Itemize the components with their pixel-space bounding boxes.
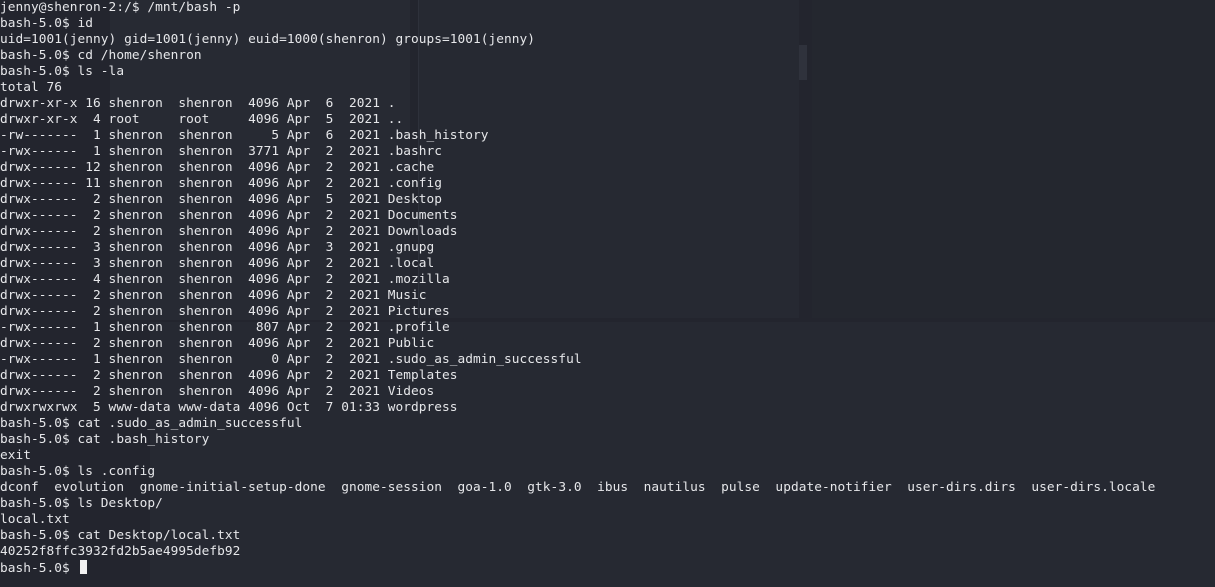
terminal-cursor [79, 560, 87, 574]
terminal-line: uid=1001(jenny) gid=1001(jenny) euid=100… [0, 32, 535, 48]
terminal-line-text: drwx------ 2 shenron shenron 4096 Apr 2 … [0, 336, 435, 351]
terminal-line: drwx------ 2 shenron shenron 4096 Apr 2 … [0, 208, 458, 224]
terminal-line-text: drwx------ 2 shenron shenron 4096 Apr 2 … [0, 384, 435, 399]
terminal-line-text: drwx------ 2 shenron shenron 4096 Apr 5 … [0, 192, 442, 207]
terminal-line-text: drwx------ 3 shenron shenron 4096 Apr 3 … [0, 240, 435, 255]
terminal-line-text: drwx------ 3 shenron shenron 4096 Apr 2 … [0, 256, 435, 271]
terminal-line: drwx------ 2 shenron shenron 4096 Apr 5 … [0, 192, 442, 208]
terminal-line: bash-5.0$ cd /home/shenron [0, 48, 202, 64]
terminal-line-text: bash-5.0$ cat Desktop/local.txt [0, 528, 241, 543]
terminal-line-text: bash-5.0$ ls Desktop/ [0, 496, 163, 511]
terminal-line-text: bash-5.0$ ls .config [0, 464, 156, 479]
terminal-line: drwx------ 2 shenron shenron 4096 Apr 2 … [0, 384, 434, 400]
terminal-line-text: drwxrwxrwx 5 www-data www-data 4096 Oct … [0, 400, 458, 415]
terminal-line-text: bash-5.0$ cat .sudo_as_admin_successful [0, 416, 303, 431]
terminal-line: drwx------ 2 shenron shenron 4096 Apr 2 … [0, 288, 427, 304]
terminal-line: -rwx------ 1 shenron shenron 3771 Apr 2 … [0, 144, 442, 160]
terminal-line: drwx------ 2 shenron shenron 4096 Apr 2 … [0, 224, 458, 240]
terminal-line-text: -rwx------ 1 shenron shenron 0 Apr 2 202… [0, 352, 582, 367]
terminal-line: -rwx------ 1 shenron shenron 807 Apr 2 2… [0, 320, 450, 336]
terminal-line-text: drwx------ 2 shenron shenron 4096 Apr 2 … [0, 208, 458, 223]
terminal-line-text: jenny@shenron-2:/$ /mnt/bash -p [0, 0, 241, 15]
terminal-line: drwx------ 2 shenron shenron 4096 Apr 2 … [0, 304, 450, 320]
terminal-line-text: drwx------ 4 shenron shenron 4096 Apr 2 … [0, 272, 450, 287]
terminal-line: bash-5.0$ ls -la [0, 64, 124, 80]
terminal-line-text: drwxr-xr-x 16 shenron shenron 4096 Apr 6… [0, 96, 396, 111]
terminal-line: jenny@shenron-2:/$ /mnt/bash -p [0, 0, 240, 16]
terminal-line: bash-5.0$ ls .config [0, 464, 155, 480]
terminal-line-text: total 76 [0, 80, 63, 95]
terminal-line-text: drwx------ 2 shenron shenron 4096 Apr 2 … [0, 288, 427, 303]
terminal-line: total 76 [0, 80, 62, 96]
terminal-line: drwx------ 11 shenron shenron 4096 Apr 2… [0, 176, 442, 192]
terminal-line: dconf evolution gnome-initial-setup-done… [0, 480, 1155, 496]
terminal-line: 40252f8ffc3932fd2b5ae4995defb92 [0, 544, 240, 560]
terminal-line: bash-5.0$ cat Desktop/local.txt [0, 528, 240, 544]
terminal-line: local.txt [0, 512, 70, 528]
terminal-line-text: -rwx------ 1 shenron shenron 807 Apr 2 2… [0, 320, 450, 335]
terminal-line-text: bash-5.0$ id [0, 16, 94, 31]
terminal-line: bash-5.0$ cat .bash_history [0, 432, 209, 448]
terminal-line-text: bash-5.0$ cat .bash_history [0, 432, 210, 447]
terminal-line: exit [0, 448, 31, 464]
terminal-line: drwxr-xr-x 16 shenron shenron 4096 Apr 6… [0, 96, 395, 112]
terminal-line: -rwx------ 1 shenron shenron 0 Apr 2 202… [0, 352, 582, 368]
terminal-line: drwx------ 2 shenron shenron 4096 Apr 2 … [0, 368, 458, 384]
terminal-line: drwx------ 2 shenron shenron 4096 Apr 2 … [0, 336, 434, 352]
terminal-line-text: drwx------ 2 shenron shenron 4096 Apr 2 … [0, 368, 458, 383]
terminal-line-text: local.txt [0, 512, 70, 527]
terminal-line: bash-5.0$ cat .sudo_as_admin_successful [0, 416, 302, 432]
terminal-line: drwxr-xr-x 4 root root 4096 Apr 5 2021 .… [0, 112, 403, 128]
terminal-line: bash-5.0$ id [0, 16, 93, 32]
terminal-line-text: uid=1001(jenny) gid=1001(jenny) euid=100… [0, 32, 536, 47]
terminal-line-text: -rw------- 1 shenron shenron 5 Apr 6 202… [0, 128, 489, 143]
terminal-line-text: bash-5.0$ cd /home/shenron [0, 48, 202, 63]
terminal-prompt-line[interactable]: bash-5.0$ [0, 560, 87, 576]
terminal-line: -rw------- 1 shenron shenron 5 Apr 6 202… [0, 128, 489, 144]
terminal-line-text: bash-5.0$ ls -la [0, 64, 125, 79]
terminal-line: drwx------ 3 shenron shenron 4096 Apr 3 … [0, 240, 434, 256]
terminal-line-text: bash-5.0$ [0, 561, 78, 576]
terminal-line-text: drwx------ 2 shenron shenron 4096 Apr 2 … [0, 304, 450, 319]
terminal-line: drwx------ 12 shenron shenron 4096 Apr 2… [0, 160, 434, 176]
terminal-line-text: drwx------ 2 shenron shenron 4096 Apr 2 … [0, 224, 458, 239]
terminal-window[interactable]: jenny@shenron-2:/$ /mnt/bash -p bash-5.0$… [0, 0, 1215, 587]
terminal-line-text: drwxr-xr-x 4 root root 4096 Apr 5 2021 .… [0, 112, 404, 127]
terminal-line-text: dconf evolution gnome-initial-setup-done… [0, 480, 1156, 495]
terminal-line: bash-5.0$ ls Desktop/ [0, 496, 163, 512]
terminal-line-text: drwx------ 12 shenron shenron 4096 Apr 2… [0, 160, 435, 175]
terminal-line: drwx------ 4 shenron shenron 4096 Apr 2 … [0, 272, 450, 288]
terminal-line-text: -rwx------ 1 shenron shenron 3771 Apr 2 … [0, 144, 442, 159]
terminal-line: drwx------ 3 shenron shenron 4096 Apr 2 … [0, 256, 434, 272]
terminal-line: drwxrwxrwx 5 www-data www-data 4096 Oct … [0, 400, 458, 416]
terminal-line-text: drwx------ 11 shenron shenron 4096 Apr 2… [0, 176, 442, 191]
terminal-line-text: exit [0, 448, 32, 463]
terminal-line-text: 40252f8ffc3932fd2b5ae4995defb92 [0, 544, 241, 559]
